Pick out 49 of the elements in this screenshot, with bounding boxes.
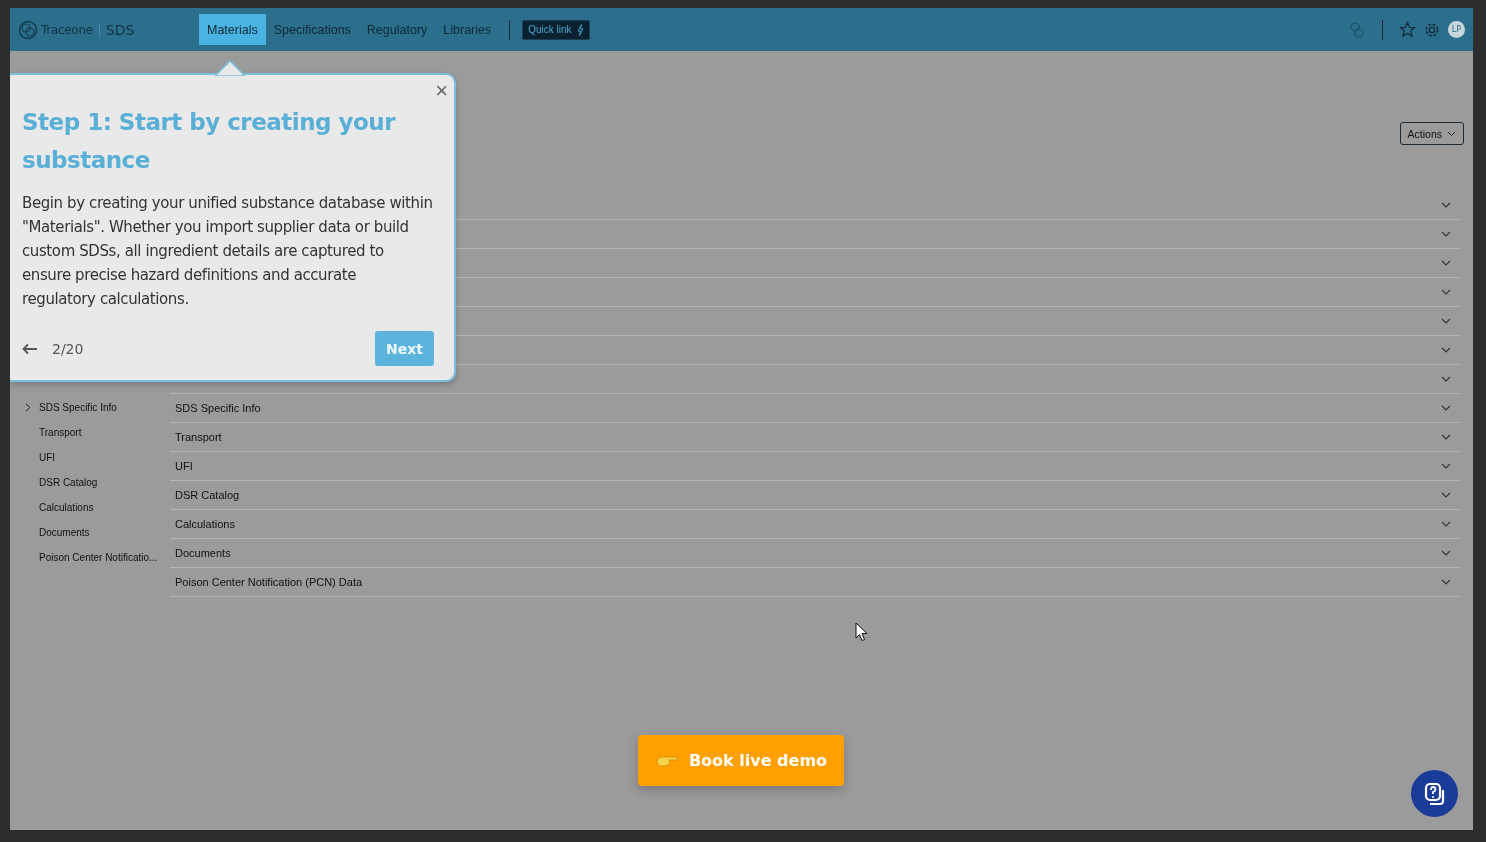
close-button[interactable]: ×: [435, 80, 448, 102]
accordion-row[interactable]: DSR Catalog: [170, 481, 1459, 510]
nav-tab[interactable]: Materials: [199, 14, 266, 45]
accordion-row[interactable]: Documents: [170, 539, 1459, 568]
sidebar-label: DSR Catalog: [39, 477, 98, 488]
accordion-row[interactable]: Poison Center Notification (PCN) Data: [170, 568, 1459, 597]
sidebar-item[interactable]: Transport: [10, 420, 170, 445]
actions-button[interactable]: Actions: [1399, 122, 1464, 145]
star-icon[interactable]: [1399, 21, 1416, 38]
sidebar-label: Calculations: [39, 502, 94, 513]
section-title: Transport: [175, 431, 222, 443]
section-title: Documents: [175, 547, 231, 559]
sidebar-item[interactable]: DSR Catalog: [10, 470, 170, 495]
caret-icon: [1447, 130, 1456, 137]
section-title: SDS Specific Info: [175, 402, 261, 414]
help-button[interactable]: [1411, 770, 1458, 817]
section-title: UFI: [175, 460, 193, 472]
user-avatar[interactable]: LP: [1448, 21, 1465, 38]
section-title: Calculations: [175, 518, 235, 530]
sidebar-item[interactable]: SDS Specific Info: [10, 395, 170, 420]
sidebar-item[interactable]: Poison Center Notificatio...: [10, 545, 170, 570]
chevron-right-icon: [25, 403, 31, 412]
sidebar-label: Documents: [39, 527, 90, 538]
brand-name: Traceone: [41, 22, 93, 37]
product-name: SDS: [105, 21, 135, 38]
logo-icon: [18, 18, 38, 41]
section-title: Poison Center Notification (PCN) Data: [175, 576, 363, 588]
tour-title: Step 1: Start by creating your substance: [22, 108, 397, 175]
sidebar-label: UFI: [39, 452, 56, 463]
quick-link-button[interactable]: Quick link: [522, 19, 590, 40]
pointing-hand-icon: [654, 753, 679, 768]
accordion-row[interactable]: Transport: [170, 423, 1459, 452]
accordion-row[interactable]: SDS Specific Info: [170, 394, 1459, 423]
sidebar-item[interactable]: Calculations: [10, 495, 170, 520]
accordion-row[interactable]: Calculations: [170, 510, 1459, 539]
sidebar-label: Transport: [39, 427, 82, 438]
sidebar-item[interactable]: Documents: [10, 520, 170, 545]
molecule-icon[interactable]: [1348, 20, 1366, 39]
settings-icon[interactable]: [1424, 21, 1440, 38]
step-counter: 2/20: [52, 340, 84, 357]
tour-text: Begin by creating your unified substance database within "Materials". Whether you import supplier data or build custom SDSs, all ingredient details are captured to ensure precise hazard definitions and accurate regulatory calculations.: [22, 193, 434, 310]
mouse-cursor-icon: [855, 622, 868, 642]
lightning-icon: [576, 23, 584, 36]
accordion-row[interactable]: UFI: [170, 452, 1459, 481]
sidebar-item[interactable]: UFI: [10, 445, 170, 470]
section-title: DSR Catalog: [175, 489, 240, 501]
back-arrow-icon[interactable]: [22, 342, 38, 355]
sidebar-label: Poison Center Notificatio...: [39, 552, 158, 563]
sidebar-label: SDS Specific Info: [39, 402, 117, 413]
